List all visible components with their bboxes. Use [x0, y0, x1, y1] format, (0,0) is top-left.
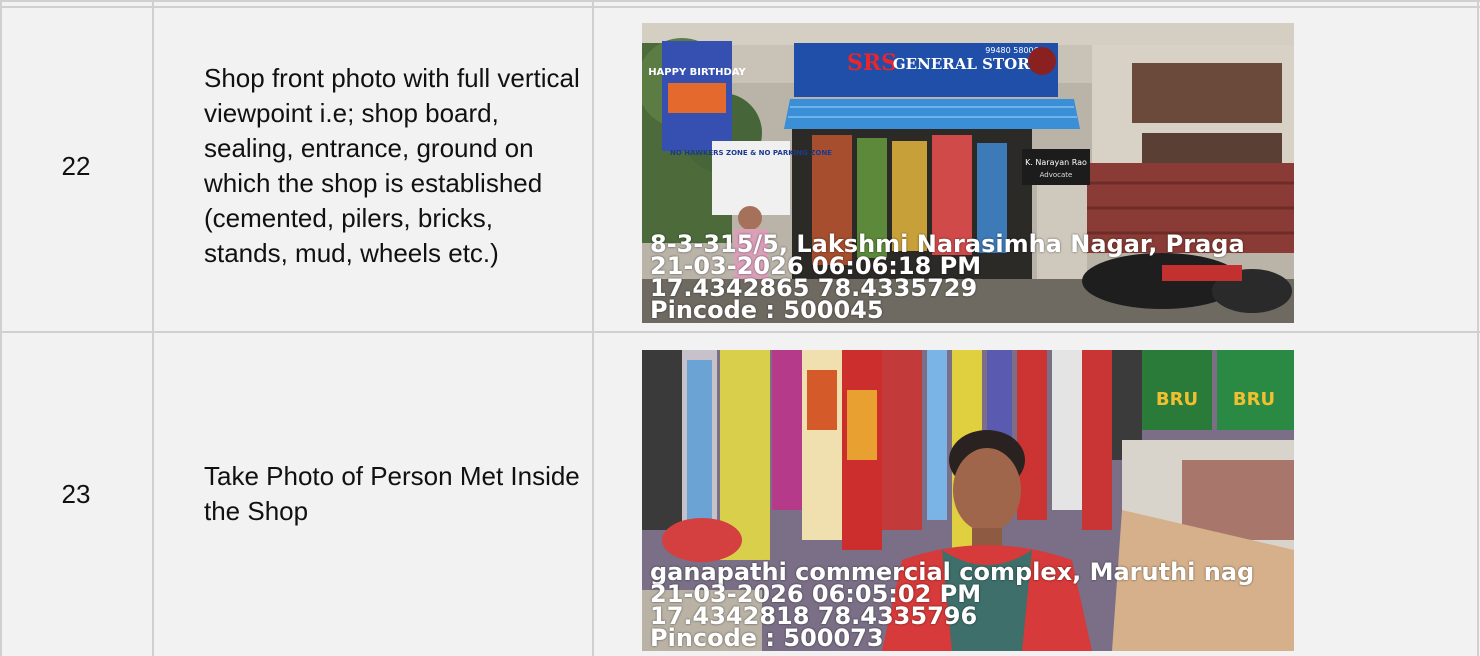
photo-verification-table: 22 Shop front photo with full vertical v…	[0, 0, 1480, 656]
table-row: 22 Shop front photo with full vertical v…	[0, 0, 1480, 332]
geotag-pincode: Pincode : 500045	[650, 296, 884, 323]
sign-brand: SRS	[847, 50, 897, 76]
photo-cell: BRU BRU ganapathi commercial complex, Ma…	[594, 332, 1478, 656]
table-border	[0, 6, 1480, 8]
photo-geotag-overlay: ganapathi commercial complex, Maruthi na…	[642, 560, 1294, 651]
column-divider	[152, 0, 154, 656]
brand-text: BRU	[1156, 389, 1198, 410]
row-divider	[0, 331, 1480, 333]
nameplate-sub: Advocate	[1040, 171, 1073, 179]
row-description: Take Photo of Person Met Inside the Shop	[154, 332, 592, 656]
description-text: Shop front photo with full vertical view…	[204, 63, 580, 268]
shop-front-photo[interactable]: HAPPY BIRTHDAY SRS GENERAL STORE 99480 5…	[642, 23, 1294, 323]
photo-cell: HAPPY BIRTHDAY SRS GENERAL STORE 99480 5…	[594, 0, 1478, 332]
column-divider	[0, 0, 2, 656]
brand-text: BRU	[1233, 389, 1275, 410]
banner-text: HAPPY BIRTHDAY	[648, 67, 746, 78]
description-text: Take Photo of Person Met Inside the Shop	[204, 461, 580, 526]
sign-title: GENERAL STORE	[893, 55, 1041, 73]
table-row: 23 Take Photo of Person Met Inside the S…	[0, 332, 1480, 656]
column-divider	[592, 0, 594, 656]
notice-text: NO HAWKERS ZONE & NO PARKING ZONE	[670, 149, 832, 157]
row-number: 22	[61, 150, 91, 181]
table-border	[0, 0, 1480, 2]
column-divider	[1477, 0, 1479, 656]
geotag-pincode: Pincode : 500073	[650, 624, 884, 651]
row-number: 23	[61, 478, 91, 509]
nameplate-text: K. Narayan Rao	[1025, 158, 1087, 167]
photo-geotag-overlay: 8-3-315/5, Lakshmi Narasimha Nagar, Prag…	[642, 232, 1294, 323]
row-description: Shop front photo with full vertical view…	[154, 0, 592, 332]
person-met-photo[interactable]: BRU BRU ganapathi commercial complex, Ma…	[642, 350, 1294, 651]
